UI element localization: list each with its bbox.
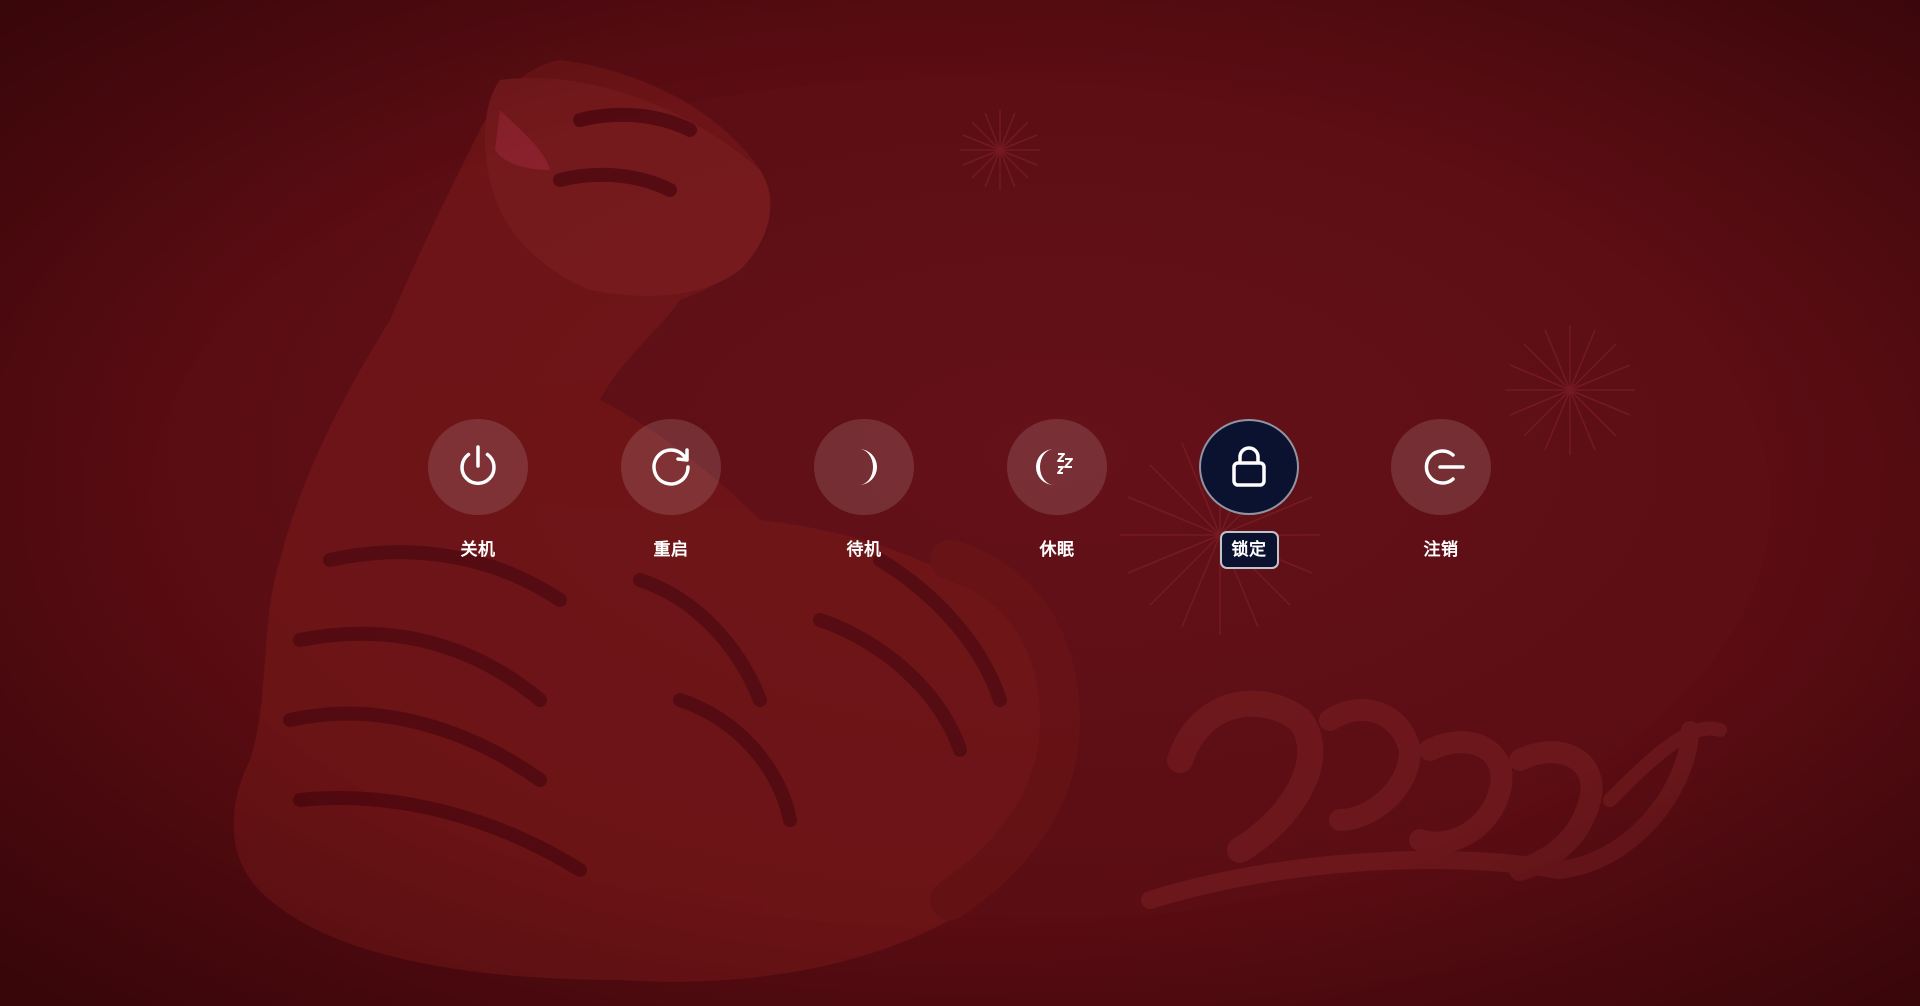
logout-icon (1424, 449, 1465, 485)
suspend-button[interactable]: 待机 (784, 419, 944, 569)
shutdown-circle[interactable] (428, 419, 528, 515)
lock-circle[interactable] (1199, 419, 1299, 515)
logout-label: 注销 (1423, 540, 1459, 560)
hibernate-circle[interactable] (1007, 419, 1107, 515)
power-menu: 关机 重启 待机 休眠 锁定 注销 (0, 419, 1920, 569)
hibernate-button[interactable]: 休眠 (977, 419, 1137, 569)
shutdown-button[interactable]: 关机 (398, 419, 558, 569)
suspend-circle[interactable] (814, 419, 914, 515)
reboot-icon (652, 448, 690, 486)
power-icon (460, 445, 496, 486)
suspend-label: 待机 (846, 540, 882, 560)
hibernate-label: 休眠 (1039, 540, 1075, 560)
reboot-circle[interactable] (621, 419, 721, 515)
reboot-label: 重启 (653, 540, 689, 560)
reboot-button[interactable]: 重启 (591, 419, 751, 569)
lock-icon (1232, 446, 1266, 487)
shutdown-label: 关机 (460, 540, 496, 560)
logout-button[interactable]: 注销 (1361, 419, 1521, 569)
lock-label: 锁定 (1219, 531, 1279, 569)
lock-button[interactable]: 锁定 (1169, 419, 1329, 569)
moon-zzz-icon (1036, 449, 1073, 485)
logout-circle[interactable] (1391, 419, 1491, 515)
moon-icon (859, 449, 877, 485)
